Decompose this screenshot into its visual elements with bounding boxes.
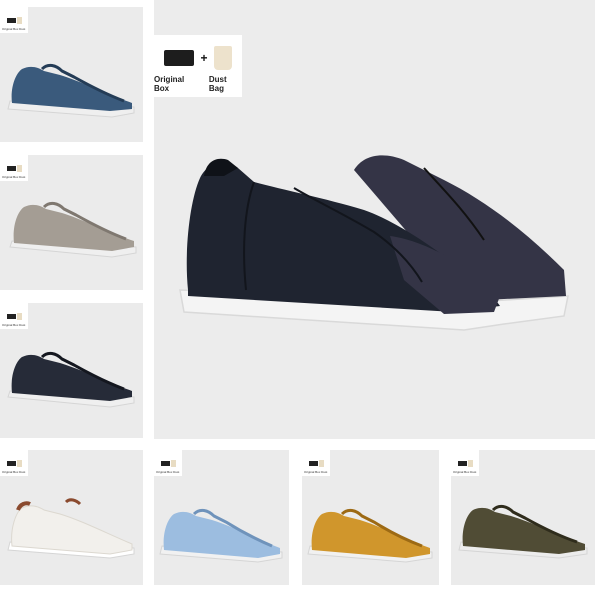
blue-suede-sneaker-image	[7, 63, 135, 118]
thumbnail-olive-suede[interactable]: Original Box Dust Bag	[451, 450, 595, 585]
light-blue-suede-sneaker-image	[159, 508, 283, 563]
thumbnail-blue-suede[interactable]: Original Box Dust Bag	[0, 7, 143, 142]
thumbnail-mustard-suede[interactable]: Original Box Dust Bag	[302, 450, 439, 585]
main-product-image: + Original Box Dust Bag	[154, 0, 595, 439]
navy-leather-suede-sneaker-image	[179, 155, 569, 331]
taupe-suede-sneaker-image	[9, 201, 137, 258]
white-leather-sneaker-image	[7, 498, 135, 559]
olive-suede-sneaker-image	[458, 504, 588, 559]
mustard-suede-sneaker-image	[307, 508, 433, 563]
navy-leather-sneaker-image	[7, 351, 135, 408]
thumbnail-taupe-suede[interactable]: Original Box Dust Bag	[0, 155, 143, 290]
thumbnail-light-blue-suede[interactable]: Original Box Dust Bag	[154, 450, 289, 585]
thumbnail-white-leather[interactable]: Original Box Dust Bag	[0, 450, 143, 585]
thumbnail-navy-leather[interactable]: Original Box Dust Bag	[0, 303, 143, 438]
